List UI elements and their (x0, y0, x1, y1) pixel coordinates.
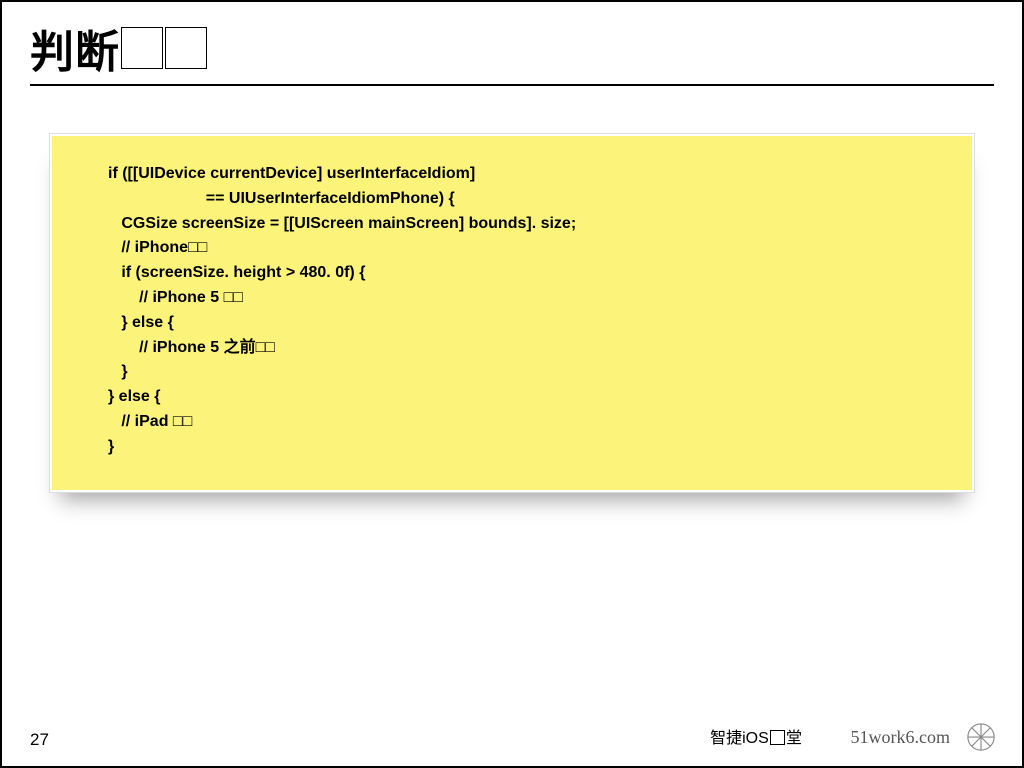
brand-cn-suffix: 堂 (786, 730, 802, 747)
brand-cn-prefix: 智捷iOS (710, 730, 769, 747)
title-text: 判断 (30, 28, 120, 77)
slide: 判断 if ([[UIDevice currentDevice] userInt… (0, 0, 1024, 768)
page-number: 27 (30, 730, 49, 750)
title-rule (30, 84, 994, 86)
tofu-icon (770, 730, 785, 745)
tofu-icon (121, 27, 163, 69)
brand-cn: 智捷iOS 堂 (710, 724, 802, 748)
code-block: if ([[UIDevice currentDevice] userInterf… (50, 134, 974, 492)
tofu-icon (165, 27, 207, 69)
footer: 27 智捷iOS 堂 51work6.com (2, 722, 1022, 750)
code-text: if ([[UIDevice currentDevice] userInterf… (108, 162, 942, 460)
brand-en: 51work6.com (851, 727, 950, 748)
slide-title: 判断 (30, 16, 994, 80)
logo-icon (966, 722, 996, 752)
code-block-container: if ([[UIDevice currentDevice] userInterf… (50, 134, 974, 492)
